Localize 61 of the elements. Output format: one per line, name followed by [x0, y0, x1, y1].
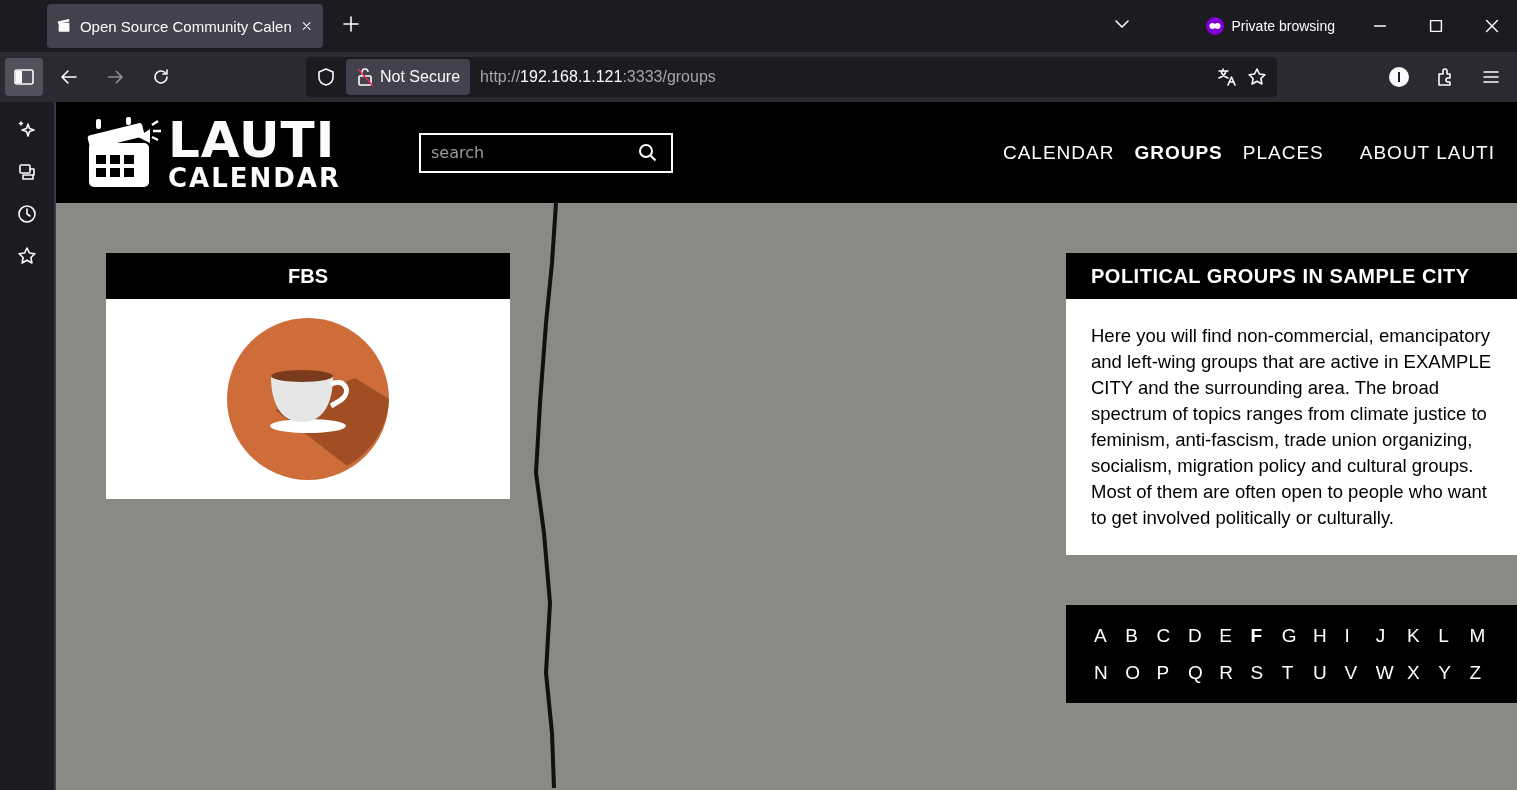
letter-link[interactable]: L — [1438, 623, 1470, 648]
shield-icon[interactable] — [316, 67, 336, 87]
letter-link[interactable]: O — [1125, 660, 1157, 685]
letter-link[interactable]: W — [1375, 660, 1407, 685]
letter-link[interactable]: S — [1250, 660, 1282, 685]
letter-link[interactable]: G — [1281, 623, 1314, 648]
letter-link[interactable]: E — [1219, 623, 1251, 648]
letter-link[interactable]: Y — [1438, 660, 1470, 685]
letter-link[interactable]: A — [1094, 623, 1126, 648]
section-title: POLITICAL GROUPS IN SAMPLE CITY — [1066, 253, 1517, 299]
translate-icon[interactable] — [1217, 67, 1237, 87]
letter-link[interactable]: M — [1469, 623, 1501, 648]
letter-link[interactable]: N — [1094, 660, 1126, 685]
letter-link[interactable]: D — [1187, 623, 1220, 648]
maximize-icon[interactable] — [1427, 17, 1445, 35]
url-text: http://192.168.1.121:3333/groups — [480, 68, 717, 86]
letter-link[interactable]: R — [1219, 660, 1251, 685]
sidebar-toggle-button[interactable] — [5, 58, 43, 96]
search-icon[interactable] — [638, 142, 658, 163]
letter-link[interactable]: V — [1344, 660, 1376, 685]
letter-link[interactable]: F — [1250, 623, 1282, 648]
synced-devices-icon[interactable] — [17, 162, 37, 182]
nav-link[interactable]: CALENDAR — [1002, 141, 1115, 164]
letter-link[interactable]: I — [1344, 623, 1376, 648]
letter-link[interactable]: C — [1156, 623, 1188, 648]
logo-title[interactable]: LAUTI — [168, 114, 341, 165]
nav-link[interactable]: ABOUT LAUTI — [1359, 141, 1495, 164]
private-browsing-indicator: Private browsing — [1205, 17, 1335, 35]
letter-link[interactable]: Q — [1187, 660, 1220, 685]
unlocked-padlock-icon — [356, 67, 374, 87]
star-icon[interactable] — [17, 246, 37, 266]
star-icon[interactable] — [1247, 67, 1267, 87]
letter-link[interactable]: U — [1313, 660, 1345, 685]
letter-link[interactable]: X — [1406, 660, 1439, 685]
mask-icon — [1208, 22, 1221, 30]
close-icon[interactable] — [1483, 17, 1501, 35]
back-arrow-icon[interactable] — [59, 67, 79, 87]
calendar-icon — [57, 17, 72, 35]
letter-link[interactable]: K — [1406, 623, 1439, 648]
group-name[interactable]: FBS — [106, 253, 510, 299]
nav-link[interactable]: GROUPS — [1134, 141, 1223, 164]
calendar-megaphone-logo-icon[interactable] — [86, 116, 162, 189]
plus-icon[interactable] — [341, 14, 361, 34]
nav-link[interactable]: PLACES — [1242, 141, 1324, 164]
description-text: Here you will find non-commercial, emancipatory and left-wing groups that are active in EXAMPLE CITY and the surrounding area. The broad spectrum of topics ranges from climate justice to feminism, anti-fascism, trade union organizing, socialism, migration policy and cultural groups. Most of them are often open to people who want to get involved politically or culturally. — [1066, 299, 1517, 555]
letter-link[interactable]: J — [1375, 623, 1407, 648]
letter-link[interactable]: B — [1125, 623, 1157, 648]
logo-subtitle[interactable]: CALENDAR — [168, 164, 341, 191]
letter-link[interactable]: T — [1281, 660, 1314, 685]
letter-link[interactable]: P — [1156, 660, 1188, 685]
sparkle-icon[interactable] — [17, 120, 37, 140]
coffee-cup-icon — [227, 318, 389, 480]
clock-icon[interactable] — [17, 204, 37, 224]
reload-icon[interactable] — [151, 67, 171, 87]
not-secure-badge[interactable]: Not Secure — [346, 59, 471, 95]
letter-link[interactable]: Z — [1469, 660, 1501, 685]
search-field[interactable]: search — [419, 132, 673, 173]
letter-link[interactable]: H — [1313, 623, 1345, 648]
sidebar-icon — [14, 69, 34, 85]
address-bar[interactable]: Not Secure http://192.168.1.121:3333/groups — [306, 57, 1277, 97]
browser-tab[interactable]: Open Source Community Calen — [47, 4, 323, 48]
